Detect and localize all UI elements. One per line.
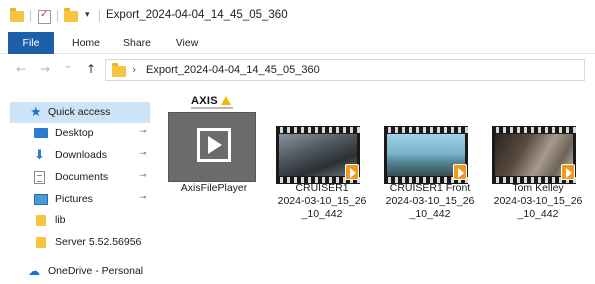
tab-view[interactable]: View: [164, 32, 210, 54]
address-bar[interactable]: › Export_2024-04-04_14_45_05_360: [105, 59, 585, 81]
tab-home[interactable]: Home: [62, 32, 110, 54]
navigation-pane: ★ Quick access Desktop ⊸ ⬇ Downloads ⊸ D…: [0, 95, 155, 284]
sidebar-item-label: Desktop: [55, 127, 94, 139]
customize-toolbar-icon[interactable]: ▾: [85, 10, 90, 20]
cloud-icon: ☁: [28, 264, 40, 278]
up-icon[interactable]: ↑: [86, 62, 96, 76]
separator: [57, 10, 58, 22]
file-item-cruiser1-front[interactable]: CRUISER1 Front 2024-03-10_15_26 _10_442: [376, 90, 484, 240]
file-name-line-3: _10_442: [517, 208, 559, 220]
file-item-tom-kelley[interactable]: Tom Kelley 2024-03-10_15_26 _10_442: [484, 90, 592, 240]
file-list: AXIS AxisFilePlayer CRUISER1 2024-03-10_…: [160, 90, 595, 284]
sidebar-item-label: OneDrive - Personal: [48, 265, 144, 277]
vlc-icon: [453, 164, 467, 180]
pin-icon[interactable]: ⊸: [139, 193, 147, 203]
vlc-icon: [561, 164, 575, 180]
sidebar-item-documents[interactable]: Documents ⊸: [10, 167, 150, 188]
folder-icon: [36, 237, 46, 248]
address-path[interactable]: Export_2024-04-04_14_45_05_360: [146, 64, 320, 76]
file-name-line-3: _10_442: [301, 208, 343, 220]
back-icon[interactable]: ←: [16, 62, 26, 76]
axis-logo-underline: [191, 107, 233, 109]
folder-icon: [36, 215, 46, 226]
file-name-line-1: CRUISER1: [295, 182, 349, 194]
sidebar-item-onedrive[interactable]: ☁ OneDrive - Personal: [10, 261, 150, 282]
tab-share[interactable]: Share: [114, 32, 160, 54]
sidebar-item-label: Quick access: [48, 106, 111, 118]
sidebar-item-desktop[interactable]: Desktop ⊸: [10, 123, 150, 144]
folder-icon[interactable]: [10, 8, 24, 24]
sidebar-item-server[interactable]: Server 5.52.56956: [10, 232, 150, 253]
file-name-line-1: CRUISER1 Front: [389, 182, 471, 194]
sidebar-item-label: Pictures: [55, 193, 93, 205]
file-name-line-2: 2024-03-10_15_26: [277, 195, 367, 207]
sidebar-item-quick-access[interactable]: ★ Quick access: [10, 102, 150, 123]
file-name-line-3: _10_442: [409, 208, 451, 220]
tab-file[interactable]: File: [8, 32, 54, 54]
title-bar: ▾ Export_2024-04-04_14_45_05_360: [0, 0, 595, 32]
file-item-cruiser1[interactable]: CRUISER1 2024-03-10_15_26 _10_442: [268, 90, 376, 240]
sidebar-item-label: Downloads: [55, 149, 107, 161]
sidebar-item-label: Server 5.52.56956: [55, 236, 142, 248]
ribbon-tabs: File Home Share View: [0, 32, 595, 54]
sidebar-item-label: Documents: [55, 171, 109, 183]
properties-icon[interactable]: [38, 8, 52, 24]
file-name: AxisFilePlayer: [180, 182, 248, 194]
sidebar-item-downloads[interactable]: ⬇ Downloads ⊸: [10, 145, 150, 166]
vlc-icon: [345, 164, 359, 180]
pin-icon[interactable]: ⊸: [139, 171, 147, 181]
navigation-bar: ← → ⌄ ↑ › Export_2024-04-04_14_45_05_360: [0, 55, 595, 85]
axis-logo-triangle: [221, 96, 231, 105]
chevron-right-icon[interactable]: ›: [132, 63, 136, 76]
documents-icon: [34, 171, 45, 184]
play-icon: [197, 128, 231, 162]
axis-logo: AXIS: [191, 95, 218, 107]
star-icon: ★: [30, 105, 42, 120]
separator: [99, 10, 100, 22]
sidebar-item-label: lib: [55, 214, 66, 226]
forward-icon[interactable]: →: [40, 62, 50, 76]
new-folder-icon[interactable]: [64, 8, 78, 24]
sidebar-item-lib[interactable]: lib: [10, 210, 150, 231]
pictures-icon: [34, 194, 48, 205]
folder-icon: [112, 63, 126, 77]
download-icon: ⬇: [34, 148, 45, 163]
file-item-axisfileplayer[interactable]: AXIS AxisFilePlayer: [160, 90, 268, 240]
file-name-line-2: 2024-03-10_15_26: [385, 195, 475, 207]
pin-icon[interactable]: ⊸: [139, 149, 147, 159]
file-name-line-2: 2024-03-10_15_26: [493, 195, 583, 207]
window-title: Export_2024-04-04_14_45_05_360: [106, 9, 288, 21]
separator: [30, 10, 31, 22]
file-name-line-1: Tom Kelley: [512, 182, 564, 194]
recent-locations-icon[interactable]: ⌄: [64, 60, 72, 71]
sidebar-item-pictures[interactable]: Pictures ⊸: [10, 189, 150, 210]
pin-icon[interactable]: ⊸: [139, 127, 147, 137]
desktop-icon: [34, 128, 48, 138]
player-icon: [168, 112, 256, 182]
